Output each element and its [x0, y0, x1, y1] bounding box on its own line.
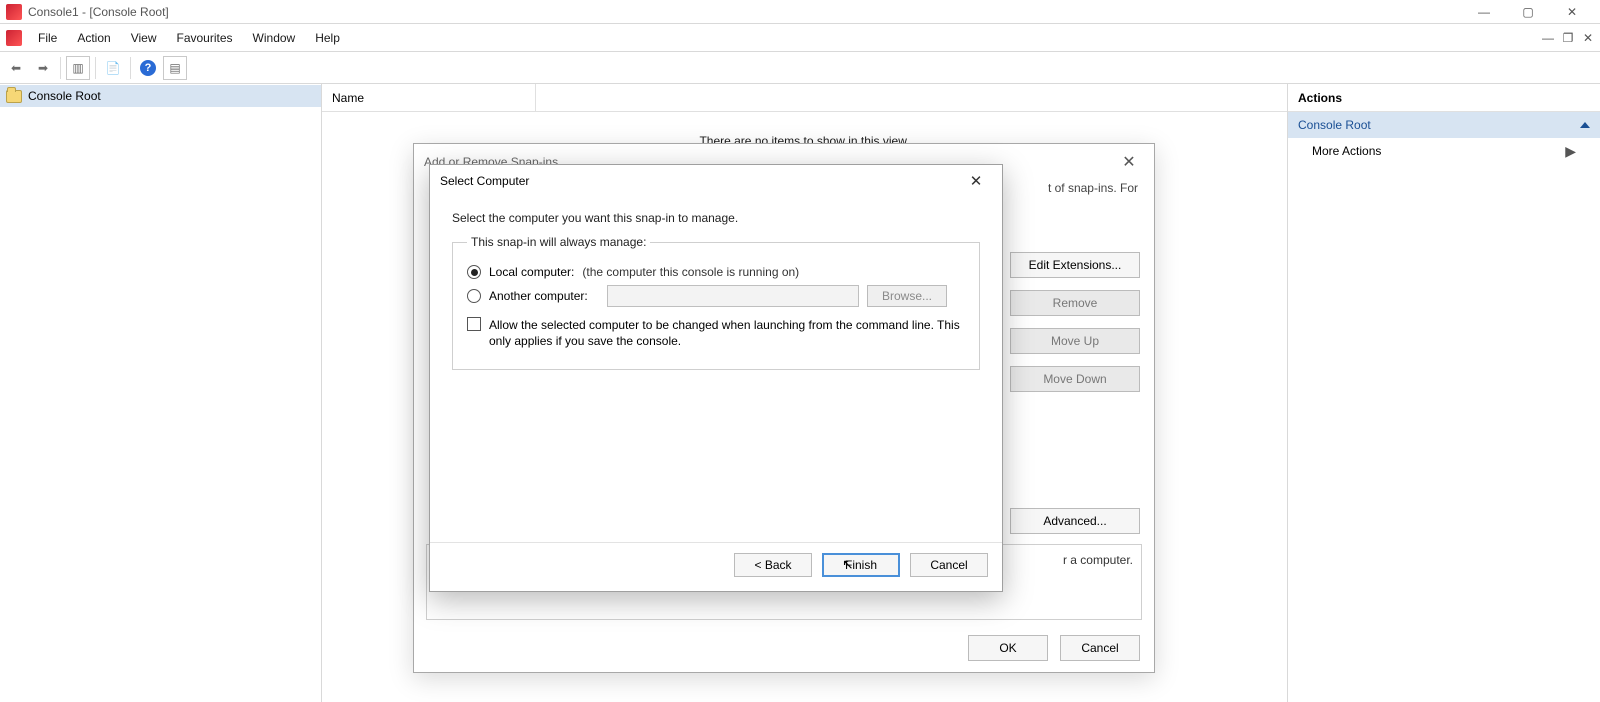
menu-help[interactable]: Help — [305, 24, 350, 51]
collapse-icon — [1580, 122, 1590, 128]
back-wizard-button[interactable]: < Back — [734, 553, 812, 577]
actions-more[interactable]: More Actions ▶ — [1288, 138, 1600, 164]
toolbar: ⬅ ➡ ▥ 📄 ? ▤ — [0, 52, 1600, 84]
move-down-button[interactable]: Move Down — [1010, 366, 1140, 392]
another-computer-input[interactable] — [607, 285, 859, 307]
doc-icon — [6, 30, 22, 46]
snapins-side-buttons: Edit Extensions... Remove Move Up Move D… — [1010, 252, 1140, 392]
menu-favourites[interactable]: Favourites — [167, 24, 243, 51]
actions-group-header[interactable]: Console Root — [1288, 112, 1600, 138]
menu-view[interactable]: View — [121, 24, 167, 51]
show-hide-action-pane-button[interactable]: ▤ — [163, 56, 187, 80]
snapins-ok-button[interactable]: OK — [968, 635, 1048, 661]
menu-file[interactable]: File — [28, 24, 67, 51]
doc-restore-icon[interactable]: ❐ — [1560, 31, 1576, 45]
allow-change-label: Allow the selected computer to be change… — [489, 317, 965, 349]
local-label: Local computer: — [489, 265, 574, 279]
back-button[interactable]: ⬅ — [4, 56, 28, 80]
actions-group-label: Console Root — [1298, 118, 1371, 132]
advanced-wrap: Advanced... — [1010, 508, 1140, 534]
select-computer-dialog: Select Computer ✕ Select the computer yo… — [429, 164, 1003, 592]
submenu-arrow-icon: ▶ — [1565, 143, 1576, 160]
tree-pane: Console Root — [0, 84, 322, 702]
show-hide-tree-button[interactable]: ▥ — [66, 56, 90, 80]
select-close-button[interactable]: ✕ — [960, 167, 992, 195]
another-computer-option[interactable]: Another computer: Browse... — [467, 285, 965, 307]
select-footer: < Back Finish Cancel — [430, 542, 1002, 591]
window-system-buttons: — ▢ ✕ — [1462, 1, 1594, 23]
snapins-close-button[interactable]: ✕ — [1114, 149, 1144, 175]
cancel-wizard-button[interactable]: Cancel — [910, 553, 988, 577]
finish-button[interactable]: Finish — [822, 553, 900, 577]
select-instruction: Select the computer you want this snap-i… — [430, 197, 1002, 231]
app-icon — [6, 4, 22, 20]
snapins-footer: OK Cancel — [414, 624, 1154, 672]
manage-target-group: This snap-in will always manage: Local c… — [452, 235, 980, 370]
local-computer-option[interactable]: Local computer: (the computer this conso… — [467, 265, 965, 279]
another-radio[interactable] — [467, 289, 481, 303]
another-label: Another computer: — [489, 289, 599, 303]
tree-item-console-root[interactable]: Console Root — [0, 85, 321, 107]
properties-button[interactable]: 📄 — [101, 56, 125, 80]
snapins-cancel-button[interactable]: Cancel — [1060, 635, 1140, 661]
local-hint: (the computer this console is running on… — [582, 265, 799, 279]
actions-more-label: More Actions — [1312, 144, 1381, 158]
window-title: Console1 - [Console Root] — [28, 5, 1462, 19]
remove-button[interactable]: Remove — [1010, 290, 1140, 316]
titlebar: Console1 - [Console Root] — ▢ ✕ — [0, 0, 1600, 24]
menu-action[interactable]: Action — [67, 24, 120, 51]
help-button[interactable]: ? — [136, 56, 160, 80]
edit-extensions-button[interactable]: Edit Extensions... — [1010, 252, 1140, 278]
doc-minimize-icon[interactable]: — — [1540, 31, 1556, 45]
doc-system-buttons: — ❐ ✕ — [1540, 24, 1600, 51]
actions-title: Actions — [1288, 84, 1600, 112]
browse-button[interactable]: Browse... — [867, 285, 947, 307]
advanced-button[interactable]: Advanced... — [1010, 508, 1140, 534]
forward-button[interactable]: ➡ — [31, 56, 55, 80]
menu-window[interactable]: Window — [243, 24, 306, 51]
select-dialog-title: Select Computer — [440, 174, 529, 188]
actions-pane: Actions Console Root More Actions ▶ — [1288, 84, 1600, 702]
doc-close-icon[interactable]: ✕ — [1580, 31, 1596, 45]
list-header: Name — [322, 84, 1287, 112]
tree-item-label: Console Root — [28, 89, 101, 103]
maximize-button[interactable]: ▢ — [1506, 1, 1550, 23]
move-up-button[interactable]: Move Up — [1010, 328, 1140, 354]
local-radio[interactable] — [467, 265, 481, 279]
menubar: File Action View Favourites Window Help … — [0, 24, 1600, 52]
column-name[interactable]: Name — [322, 84, 536, 111]
manage-target-legend: This snap-in will always manage: — [467, 235, 650, 249]
minimize-button[interactable]: — — [1462, 1, 1506, 23]
allow-change-checkbox[interactable] — [467, 317, 481, 331]
allow-change-option[interactable]: Allow the selected computer to be change… — [467, 317, 965, 349]
close-button[interactable]: ✕ — [1550, 1, 1594, 23]
folder-icon — [6, 90, 22, 103]
